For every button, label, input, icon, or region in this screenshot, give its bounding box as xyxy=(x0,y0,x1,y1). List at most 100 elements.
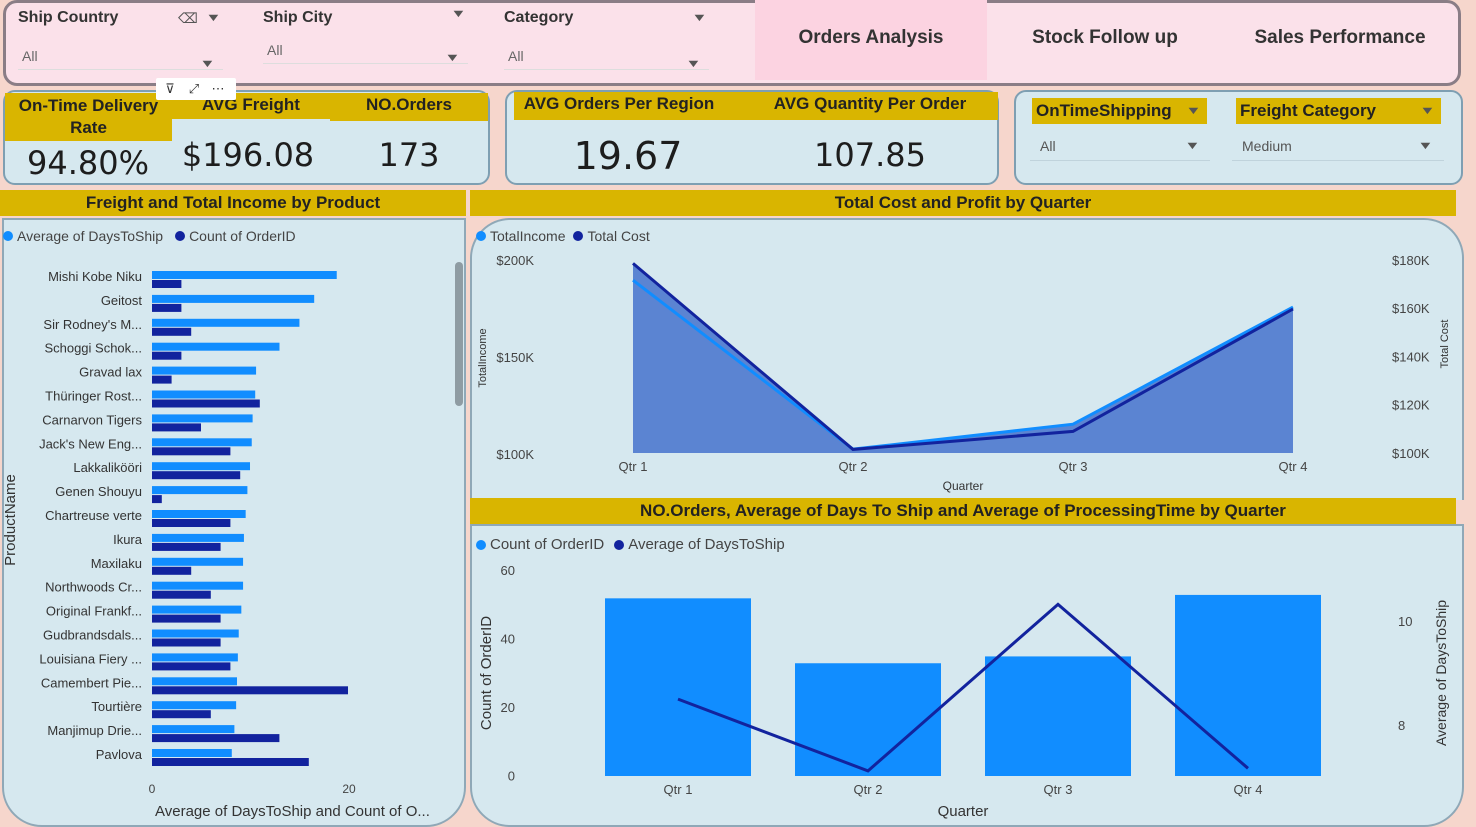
chevron-down-icon[interactable]: ▼ xyxy=(1185,98,1201,124)
eraser-icon[interactable]: ⌫ xyxy=(178,10,198,27)
category-select[interactable]: All ▼ xyxy=(504,42,709,70)
legend-count-orderid: Count of OrderID xyxy=(490,536,605,553)
bar-days-to-ship xyxy=(152,414,253,423)
bar-days-to-ship xyxy=(152,701,237,710)
legend-dot-light xyxy=(3,231,13,241)
x-tick-label: 0 xyxy=(149,782,156,796)
orders-quarter-combo-chart: 60 40 20 0 10 8 Qtr 1 Qtr 2 Qtr 3 Qtr 4 Quarter Cou… xyxy=(478,563,1449,820)
no-orders-value: 173 xyxy=(378,136,440,174)
y2-tick-label: 10 xyxy=(1398,614,1412,629)
bar-days-to-ship xyxy=(152,510,246,518)
x-axis-title: Quarter xyxy=(938,803,989,820)
product-label: Ikura xyxy=(113,532,143,547)
y2-tick-label: 8 xyxy=(1398,718,1405,733)
y2-tick-label: $160K xyxy=(1392,301,1430,316)
ship-city-slicer: Ship City ▼ All ▼ xyxy=(263,6,473,70)
y2-axis-title: Average of DaysToShip xyxy=(1433,600,1449,746)
legend-days-to-ship: Average of DaysToShip xyxy=(17,228,164,244)
nav-sales-performance[interactable]: Sales Performance xyxy=(1235,0,1445,80)
y-tick-label: $150K xyxy=(496,350,534,365)
product-label: Schoggi Schok... xyxy=(44,341,142,356)
more-options-icon[interactable]: ⋯ xyxy=(208,81,228,97)
bar-count-orderid xyxy=(152,375,172,384)
y-tick-label: 60 xyxy=(501,563,515,578)
filter-icon[interactable]: ⊽ xyxy=(160,81,180,97)
y-tick-label: $200K xyxy=(496,253,534,268)
cost-profit-area-chart: $200K $150K $100K $180K $160K $140K $120K $100K… xyxy=(477,253,1451,493)
chevron-down-icon: ▼ xyxy=(444,52,461,64)
legend-count-orderid: Count of OrderID xyxy=(189,228,296,244)
chevron-down-icon[interactable]: ▼ xyxy=(450,8,466,20)
product-label: Carnarvon Tigers xyxy=(42,412,142,427)
product-label: Genen Shouyu xyxy=(55,484,142,499)
chevron-down-icon[interactable]: ▼ xyxy=(1419,98,1435,124)
bar-days-to-ship xyxy=(152,366,257,375)
bar-count-orderid xyxy=(152,495,162,504)
bar-days-to-ship xyxy=(152,653,238,662)
product-label: Tourtière xyxy=(91,699,142,714)
product-label: Geitost xyxy=(101,293,143,308)
category-title: Category xyxy=(504,9,574,26)
bar-count-orderid xyxy=(605,598,751,776)
product-label: Manjimup Drie... xyxy=(47,723,142,738)
focus-mode-icon[interactable]: ⤢ xyxy=(184,81,204,97)
bar-count-orderid xyxy=(152,399,260,408)
y-tick-label: $100K xyxy=(496,447,534,462)
ship-city-select[interactable]: All ▼ xyxy=(263,36,468,64)
y-tick-label: 0 xyxy=(508,769,515,784)
category-slicer: Category ▼ All ▼ xyxy=(504,6,714,70)
legend-days-to-ship: Average of DaysToShip xyxy=(628,536,785,553)
x-tick-label: 20 xyxy=(342,782,356,796)
bar-count-orderid xyxy=(795,663,941,776)
chevron-down-icon[interactable]: ▼ xyxy=(205,12,221,24)
y-axis-title: TotalIncome xyxy=(477,328,489,387)
avg-orders-region-value: 19.67 xyxy=(573,134,683,178)
on-time-shipping-select[interactable]: All ▼ xyxy=(1030,131,1210,161)
chevron-down-icon: ▼ xyxy=(1184,140,1201,152)
scrollbar[interactable] xyxy=(455,262,463,406)
bar-count-orderid xyxy=(152,542,221,551)
bar-count-orderid xyxy=(152,351,182,360)
product-label: Sir Rodney's M... xyxy=(43,317,142,332)
bar-count-orderid xyxy=(152,447,231,456)
bar-count-orderid xyxy=(985,656,1131,776)
bar-count-orderid xyxy=(152,614,221,623)
bar-days-to-ship xyxy=(152,342,280,351)
bar-days-to-ship xyxy=(152,294,315,303)
bar-days-to-ship xyxy=(152,677,237,686)
ship-country-select[interactable]: All ▼ xyxy=(18,42,223,70)
x-tick-label: Qtr 3 xyxy=(1044,782,1073,797)
y2-tick-label: $140K xyxy=(1392,349,1430,364)
y2-tick-label: $100K xyxy=(1392,446,1430,461)
x-tick-label: Qtr 1 xyxy=(664,782,693,797)
bar-days-to-ship xyxy=(152,390,256,399)
product-label: Pavlova xyxy=(96,747,143,762)
bar-days-to-ship xyxy=(152,533,244,542)
y-axis-title: Count of OrderID xyxy=(478,616,495,730)
bar-count-orderid xyxy=(152,638,221,647)
y-tick-label: 40 xyxy=(501,632,515,647)
product-bar-chart: Mishi Kobe Niku Geitost Sir Rodney's M... S… xyxy=(2,269,430,820)
product-label: Jack's New Eng... xyxy=(39,436,142,451)
nav-stock-follow-up[interactable]: Stock Follow up xyxy=(1010,0,1200,80)
product-label: Gravad lax xyxy=(79,365,142,380)
x-axis-title: Quarter xyxy=(943,479,984,493)
bar-count-orderid xyxy=(152,423,201,432)
chevron-down-icon[interactable]: ▼ xyxy=(691,12,707,24)
freight-category-select[interactable]: Medium ▼ xyxy=(1232,131,1444,161)
bar-count-orderid xyxy=(152,280,182,288)
nav-orders-analysis[interactable]: Orders Analysis xyxy=(755,0,987,80)
product-label: Chartreuse verte xyxy=(45,508,142,523)
bar-days-to-ship xyxy=(152,486,248,495)
ship-city-title: Ship City xyxy=(263,9,333,26)
bar-days-to-ship xyxy=(152,557,244,566)
bar-count-orderid xyxy=(152,303,182,312)
y-axis-title: ProductName xyxy=(2,474,19,566)
bar-count-orderid xyxy=(152,686,348,695)
ship-country-title: Ship Country xyxy=(18,9,119,26)
on-time-shipping-value: All xyxy=(1040,138,1056,154)
ship-country-slicer: Ship Country ⌫ ▼ All ▼ xyxy=(18,6,228,70)
bar-count-orderid xyxy=(152,566,192,575)
legend-dot-dark xyxy=(614,539,625,550)
orders-quarter-legend: Count of OrderID Average of DaysToShip xyxy=(476,536,785,553)
